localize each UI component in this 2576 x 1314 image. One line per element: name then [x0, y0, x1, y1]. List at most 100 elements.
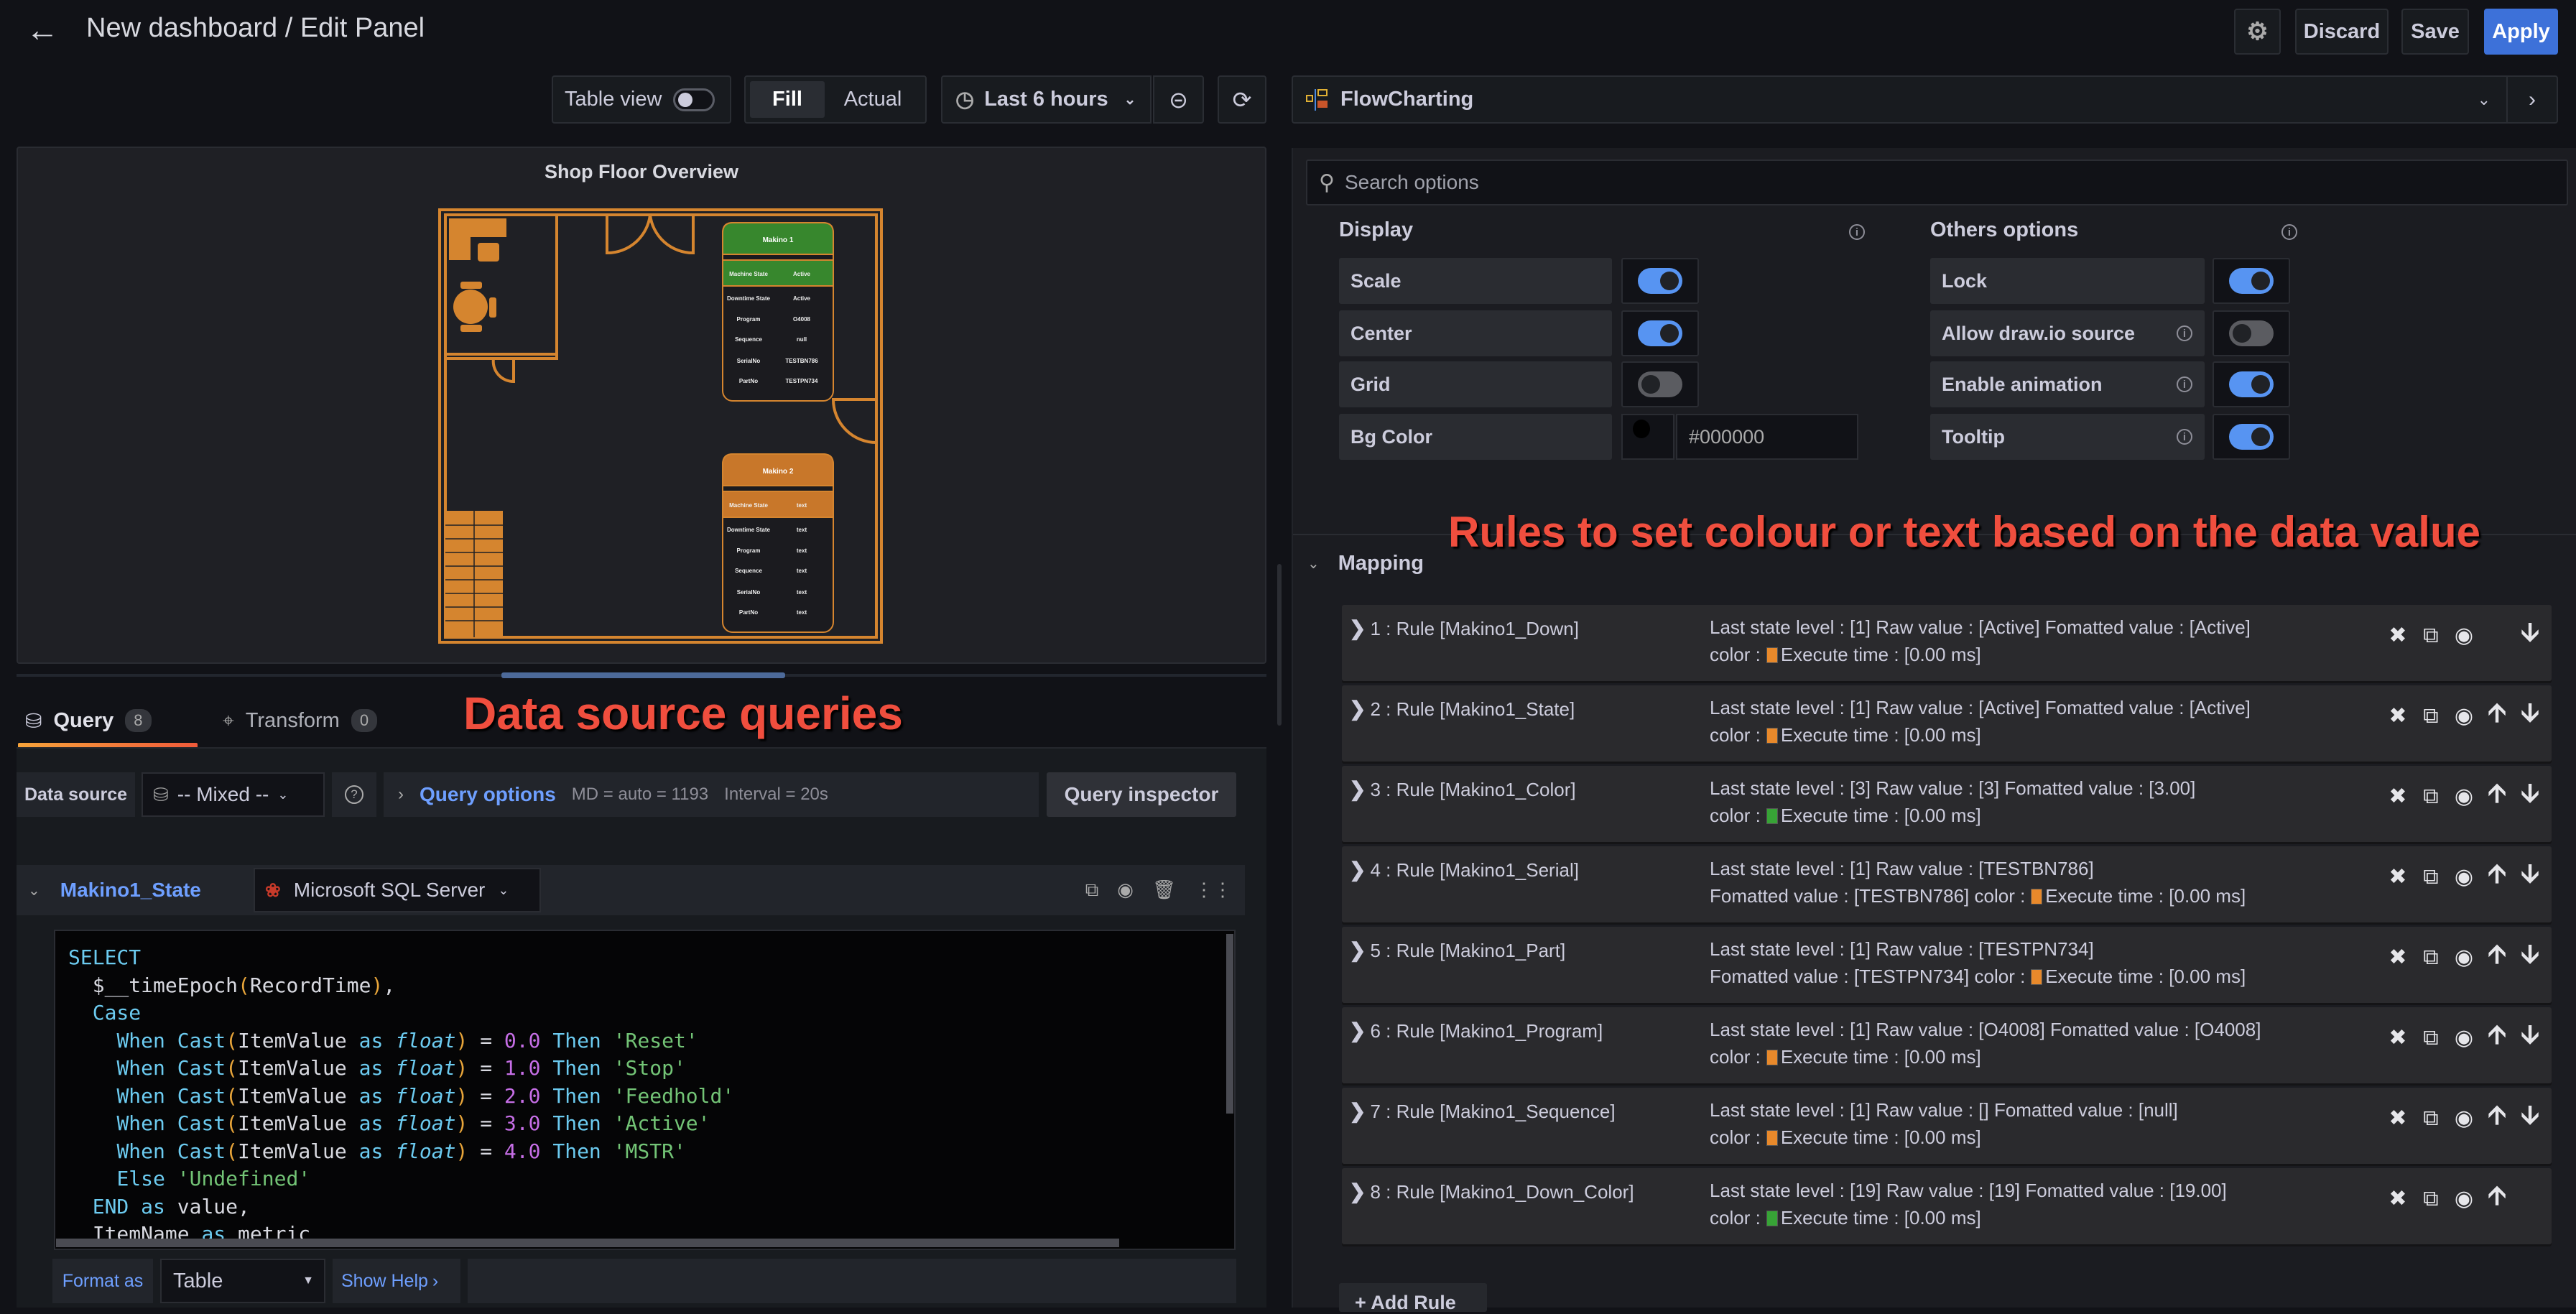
rule-row[interactable]: ❯ 8 : Rule [Makino1_Down_Color] Last stat… — [1342, 1168, 2552, 1244]
tab-transform[interactable]: ⌖ Transform 0 — [216, 698, 384, 743]
move-up-icon[interactable]: 🡩 — [2485, 1096, 2508, 1140]
drag-handle-icon[interactable]: ⋮⋮ — [1195, 879, 1232, 902]
rule-row[interactable]: ❯ 4 : Rule [Makino1_Serial] Last state le… — [1342, 846, 2552, 922]
rule-name[interactable]: ❯ 3 : Rule [Makino1_Color] — [1349, 777, 1576, 801]
fill-option[interactable]: Fill — [750, 81, 825, 118]
table-view-switch[interactable] — [673, 88, 715, 111]
delete-rule-icon[interactable]: ✖ — [2386, 1186, 2409, 1211]
move-down-icon[interactable]: 🡫 — [2519, 614, 2542, 657]
move-down-icon[interactable]: 🡫 — [2519, 855, 2542, 899]
display-option-toggle[interactable] — [1621, 258, 1699, 304]
table-view-toggle[interactable]: Table view — [552, 75, 731, 124]
others-option-toggle[interactable] — [2213, 258, 2290, 304]
others-option-toggle[interactable] — [2213, 361, 2290, 407]
duplicate-rule-icon[interactable]: ⧉ — [2419, 1106, 2442, 1131]
sql-code-editor[interactable]: SELECT $__timeEpoch(RecordTime), Case Wh… — [54, 930, 1236, 1250]
duplicate-rule-icon[interactable]: ⧉ — [2419, 1026, 2442, 1050]
save-button[interactable]: Save — [2401, 9, 2469, 55]
collapse-options-button[interactable]: › — [2506, 77, 2557, 122]
query-inspector-button[interactable]: Query inspector — [1047, 772, 1236, 817]
delete-rule-icon[interactable]: ✖ — [2386, 1106, 2409, 1131]
move-down-icon[interactable]: 🡫 — [2519, 694, 2542, 738]
duplicate-rule-icon[interactable]: ⧉ — [2419, 865, 2442, 889]
eye-icon[interactable]: ◉ — [2452, 784, 2475, 809]
visualization-picker[interactable]: FlowCharting ⌄ › — [1292, 75, 2558, 124]
datasource-select[interactable]: ⛁ -- Mixed -- ⌄ — [142, 772, 325, 817]
move-down-icon[interactable]: 🡫 — [2519, 774, 2542, 818]
code-horizontal-scrollbar[interactable] — [56, 1239, 1119, 1247]
time-range-picker[interactable]: ◷ Last 6 hours ⌄ — [941, 75, 1152, 124]
collapse-query-icon[interactable]: ⌄ — [28, 882, 40, 899]
move-up-icon[interactable]: 🡩 — [2485, 694, 2508, 738]
show-help-button[interactable]: Show Help › — [333, 1259, 460, 1303]
duplicate-rule-icon[interactable]: ⧉ — [2419, 785, 2442, 809]
info-icon[interactable]: i — [2177, 429, 2192, 445]
duplicate-rule-icon[interactable]: ⧉ — [2419, 1187, 2442, 1211]
eye-icon[interactable]: ◉ — [2452, 623, 2475, 648]
rule-name[interactable]: ❯ 7 : Rule [Makino1_Sequence] — [1349, 1099, 1616, 1123]
discard-button[interactable]: Discard — [2295, 9, 2389, 55]
move-up-icon[interactable]: 🡩 — [2485, 935, 2508, 979]
left-pane-scrollbar[interactable] — [1277, 564, 1282, 726]
duplicate-icon[interactable]: ⧉ — [1085, 879, 1099, 902]
code-vertical-scrollbar[interactable] — [1226, 934, 1233, 1114]
eye-icon[interactable]: ◉ — [2452, 1025, 2475, 1050]
duplicate-rule-icon[interactable]: ⧉ — [2419, 945, 2442, 970]
info-icon[interactable]: i — [2177, 376, 2192, 392]
toggle-switch[interactable] — [2229, 371, 2274, 397]
datasource-help-button[interactable]: ? — [332, 772, 376, 817]
duplicate-rule-icon[interactable]: ⧉ — [2419, 624, 2442, 648]
others-option-toggle[interactable] — [2213, 310, 2290, 356]
delete-rule-icon[interactable]: ✖ — [2386, 1025, 2409, 1050]
query-options-link[interactable]: Query options — [420, 783, 556, 806]
duplicate-rule-icon[interactable]: ⧉ — [2419, 704, 2442, 728]
tab-query[interactable]: ⛁ Query 8 — [18, 698, 159, 743]
rule-name[interactable]: ❯ 1 : Rule [Makino1_Down] — [1349, 616, 1579, 640]
move-down-icon[interactable]: 🡫 — [2519, 1016, 2542, 1060]
delete-rule-icon[interactable]: ✖ — [2386, 945, 2409, 970]
split-pane-handle[interactable] — [501, 672, 785, 678]
delete-rule-icon[interactable]: ✖ — [2386, 864, 2409, 889]
refresh-button[interactable]: ⟳ — [1218, 75, 1266, 124]
move-up-icon[interactable]: 🡩 — [2485, 774, 2508, 818]
toggle-switch[interactable] — [2229, 424, 2274, 450]
move-up-icon[interactable]: 🡩 — [2485, 855, 2508, 899]
rule-row[interactable]: ❯ 1 : Rule [Makino1_Down] Last state leve… — [1342, 605, 2552, 681]
format-as-select[interactable]: Table ▼ — [160, 1259, 325, 1303]
display-option-toggle[interactable] — [1621, 361, 1699, 407]
rule-row[interactable]: ❯ 2 : Rule [Makino1_State] Last state lev… — [1342, 685, 2552, 762]
move-up-icon[interactable]: 🡩 — [2485, 1016, 2508, 1060]
move-down-icon[interactable]: 🡫 — [2519, 935, 2542, 979]
bg-color-swatch[interactable] — [1621, 414, 1674, 460]
others-option-toggle[interactable] — [2213, 414, 2290, 460]
rule-name[interactable]: ❯ 8 : Rule [Makino1_Down_Color] — [1349, 1180, 1634, 1203]
back-arrow-icon[interactable]: ← — [26, 13, 59, 46]
others-info-icon[interactable]: i — [2281, 224, 2297, 240]
toggle-switch[interactable] — [1638, 320, 1682, 346]
eye-icon[interactable]: ◉ — [2452, 945, 2475, 970]
zoom-out-button[interactable]: ⊝ — [1153, 75, 1204, 124]
bg-color-input[interactable]: #000000 — [1676, 414, 1858, 460]
rule-name[interactable]: ❯ 6 : Rule [Makino1_Program] — [1349, 1019, 1603, 1042]
delete-rule-icon[interactable]: ✖ — [2386, 623, 2409, 648]
move-up-icon[interactable]: 🡩 — [2485, 1177, 2508, 1221]
rule-row[interactable]: ❯ 3 : Rule [Makino1_Color] Last state lev… — [1342, 766, 2552, 842]
query-options-bar[interactable]: › Query options MD = auto = 1193 Interva… — [384, 772, 1039, 817]
rule-row[interactable]: ❯ 7 : Rule [Makino1_Sequence] Last state … — [1342, 1088, 2552, 1164]
query-datasource-select[interactable]: ❀ Microsoft SQL Server ⌄ — [254, 868, 541, 912]
move-down-icon[interactable]: 🡫 — [2519, 1096, 2542, 1140]
rule-row[interactable]: ❯ 6 : Rule [Makino1_Program] Last state l… — [1342, 1007, 2552, 1083]
toggle-switch[interactable] — [1638, 371, 1682, 397]
toggle-switch[interactable] — [1638, 268, 1682, 294]
delete-rule-icon[interactable]: ✖ — [2386, 784, 2409, 809]
add-rule-button[interactable]: + Add Rule — [1339, 1283, 1487, 1313]
mapping-section-header[interactable]: ⌄ Mapping — [1307, 552, 1424, 575]
toggle-switch[interactable] — [2229, 320, 2274, 346]
rule-name[interactable]: ❯ 2 : Rule [Makino1_State] — [1349, 697, 1575, 721]
actual-option[interactable]: Actual — [825, 81, 921, 118]
display-info-icon[interactable]: i — [1849, 224, 1865, 240]
query-ref-name[interactable]: Makino1_State — [60, 879, 201, 902]
toggle-switch[interactable] — [2229, 268, 2274, 294]
info-icon[interactable]: i — [2177, 325, 2192, 341]
apply-button[interactable]: Apply — [2484, 9, 2558, 55]
